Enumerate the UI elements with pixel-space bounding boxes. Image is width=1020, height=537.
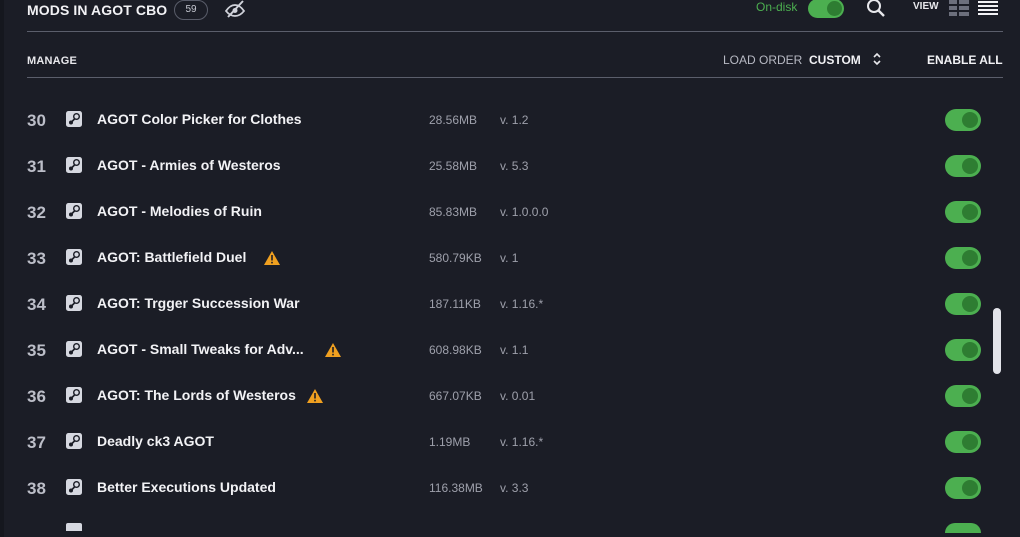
mod-version: v. 1.16.* [500,297,544,311]
steam-icon [66,157,82,173]
steam-icon [66,433,82,449]
mod-row[interactable]: 31 AGOT - Armies of Westeros 25.58MB v. 5.3 [0,143,1020,189]
grid-view-icon[interactable] [949,0,969,16]
toggle-knob [962,158,978,174]
load-order-number: 36 [27,387,46,406]
enable-toggle[interactable] [945,431,981,453]
mod-name: AGOT: The Lords of Westeros [97,387,296,403]
toggle-knob [962,434,978,450]
mod-row[interactable]: 32 AGOT - Melodies of Ruin 85.83MB v. 1.0.0… [0,189,1020,235]
toggle-knob [962,250,978,266]
load-order-number: 33 [27,249,46,268]
load-order-select[interactable]: CUSTOM [809,53,861,67]
mod-row[interactable]: 30 AGOT Color Picker for Clothes 28.56MB v.… [0,97,1020,143]
mod-version: v. 0.01 [500,389,536,403]
mod-row[interactable]: 33 AGOT: Battlefield Duel 580.79KB v. 1 [0,235,1020,281]
toggle-knob [962,204,978,220]
enable-toggle[interactable] [945,523,981,533]
warning-icon[interactable] [264,251,280,265]
load-order-number: 32 [27,203,46,222]
manage-button[interactable]: MANAGE [27,55,77,67]
chevron-updown-icon[interactable] [870,51,884,67]
mod-version: v. 1 [500,251,519,265]
mod-size: 667.07KB [429,389,482,403]
enable-toggle[interactable] [945,385,981,407]
warning-icon[interactable] [325,343,341,357]
header: MODS IN AGOT CBO 59 On-disk VIEW [27,0,1003,30]
mod-size: 1.19MB [429,435,471,449]
mod-version: v. 1.2 [500,113,529,127]
mod-size: 116.38MB [429,481,483,495]
load-order-number: 35 [27,341,46,360]
mod-name: Better Executions Updated [97,479,276,495]
mod-version: v. 5.3 [500,159,529,173]
mod-name: AGOT: Trgger Succession War [97,295,300,311]
mod-size: 608.98KB [429,343,482,357]
enable-toggle[interactable] [945,247,981,269]
mod-size: 187.11KB [429,297,481,311]
mod-size: 25.58MB [429,159,478,173]
mod-row[interactable]: 36 AGOT: The Lords of Westeros 667.07KB v. … [0,373,1020,419]
toggle-knob [962,112,978,128]
mod-name: AGOT - Melodies of Ruin [97,203,262,219]
mod-count-badge: 59 [174,0,208,20]
load-order-number: 38 [27,479,46,498]
steam-icon [66,479,82,495]
load-order-label: LOAD ORDER [723,53,803,67]
divider [27,77,1003,78]
enable-toggle[interactable] [945,155,981,177]
ondisk-toggle[interactable] [808,0,844,18]
enable-all-button[interactable]: ENABLE ALL [927,53,1003,67]
mod-row[interactable]: 34 AGOT: Trgger Succession War 187.11KB v. … [0,281,1020,327]
load-order-number: 30 [27,111,46,130]
steam-icon [66,249,82,265]
mod-size: 580.79KB [429,251,482,265]
steam-icon [66,523,82,531]
divider [27,31,1003,32]
load-order-number: 34 [27,295,46,314]
list-view-icon[interactable] [978,0,1000,16]
steam-icon [66,341,82,357]
toggle-knob [962,296,978,312]
mod-name: AGOT - Armies of Westeros [97,157,281,173]
warning-icon[interactable] [307,389,323,403]
mod-row[interactable]: 38 Better Executions Updated 116.38MB v. 3.… [0,465,1020,511]
toggle-knob [827,1,842,16]
view-label: VIEW [913,1,939,12]
mod-row[interactable]: 37 Deadly ck3 AGOT 1.19MB v. 1.16.* [0,419,1020,465]
toggle-knob [962,480,978,496]
mod-row[interactable]: 35 AGOT - Small Tweaks for Adv... 608.98KB… [0,327,1020,373]
hide-icon[interactable] [224,0,246,19]
toggle-knob [962,388,978,404]
toggle-knob [962,342,978,358]
mod-name: AGOT: Battlefield Duel [97,249,247,265]
load-order-number: 37 [27,433,46,452]
ondisk-label: On-disk [756,0,798,14]
search-icon[interactable] [865,0,887,19]
steam-icon [66,387,82,403]
mod-name: AGOT Color Picker for Clothes [97,111,302,127]
mod-version: v. 1.1 [500,343,529,357]
mod-name: Deadly ck3 AGOT [97,433,214,449]
mod-version: v. 3.3 [500,481,529,495]
mod-list: 30 AGOT Color Picker for Clothes 28.56MB v.… [0,97,1020,511]
load-order-number: 31 [27,157,46,176]
mod-size: 28.56MB [429,113,478,127]
enable-toggle[interactable] [945,201,981,223]
page-title: MODS IN AGOT CBO [27,2,168,18]
steam-icon [66,203,82,219]
mod-name: AGOT - Small Tweaks for Adv... [97,341,304,357]
enable-toggle[interactable] [945,109,981,131]
enable-toggle[interactable] [945,293,981,315]
steam-icon [66,295,82,311]
mod-version: v. 1.16.* [500,435,544,449]
enable-toggle[interactable] [945,339,981,361]
mod-size: 85.83MB [429,205,478,219]
enable-toggle[interactable] [945,477,981,499]
steam-icon [66,111,82,127]
scrollbar-thumb[interactable] [993,308,1001,374]
mod-version: v. 1.0.0.0 [500,205,549,219]
